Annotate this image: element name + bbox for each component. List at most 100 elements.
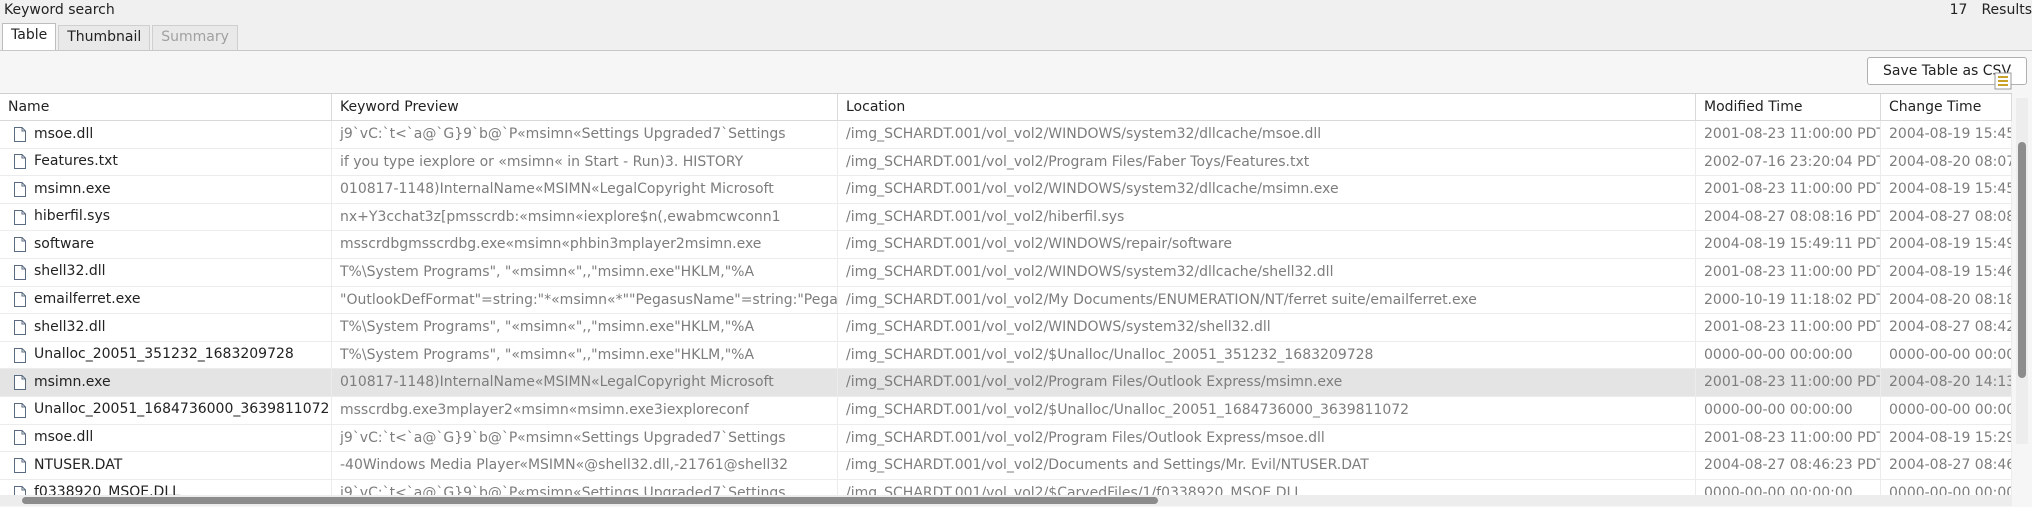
table-row[interactable]: emailferret.exe "OutlookDefFormat"=string… [0, 286, 2012, 315]
vertical-scroll-thumb[interactable] [2018, 142, 2026, 378]
result-label: Results [1981, 2, 2032, 18]
panel-title: Keyword search [4, 2, 115, 18]
table-row[interactable]: msimn.exe 010817-1148)InternalName«MSIMN«… [0, 369, 2012, 397]
tab-thumbnail[interactable]: Thumbnail [58, 25, 151, 50]
cell-location: /img_SCHARDT.001/vol_vol2/$Unalloc/Unall… [838, 396, 1696, 424]
cell-modified-time: 2001-08-23 11:00:00 PDT [1696, 314, 1881, 341]
cell-keyword-preview: j9`vC:`t<`a@`G}9`b@`P«msimn«Settings Upg… [332, 121, 838, 148]
cell-location: /img_SCHARDT.001/vol_vol2/WINDOWS/system… [838, 314, 1696, 341]
horizontal-scroll-thumb[interactable] [22, 497, 1158, 504]
file-icon [14, 126, 26, 142]
cell-modified-time: 2001-08-23 11:00:00 PDT [1696, 258, 1881, 286]
tab-table[interactable]: Table [2, 23, 57, 50]
table-row[interactable]: software msscrdbgmsscrdbg.exe«msimn«phbin… [0, 231, 2012, 259]
table-header: Name Keyword Preview Location Modified T… [0, 94, 2012, 121]
cell-name: hiberfil.sys [0, 203, 332, 231]
cell-name: software [0, 231, 332, 258]
column-chooser-icon[interactable] [1994, 72, 2012, 90]
vertical-scrollbar[interactable] [2016, 98, 2028, 444]
cell-name: shell32.dll [0, 314, 332, 341]
column-header-name[interactable]: Name [0, 94, 332, 120]
cell-change-time: 0000-00-00 00:00:0 [1881, 396, 2012, 424]
file-name: msimn.exe [34, 180, 111, 197]
cell-name: Unalloc_20051_1684736000_3639811072 [0, 396, 332, 424]
view-tabs: Table Thumbnail Summary [2, 23, 240, 50]
file-icon [14, 347, 26, 363]
file-icon [14, 430, 26, 446]
file-icon [14, 181, 26, 197]
file-name: Unalloc_20051_351232_1683209728 [34, 346, 294, 363]
file-icon [14, 264, 26, 280]
column-header-keyword-preview[interactable]: Keyword Preview [332, 94, 838, 120]
table-row[interactable]: shell32.dll T%\System Programs", "«msimn«… [0, 258, 2012, 287]
file-icon [14, 319, 26, 335]
cell-change-time: 2004-08-19 15:29:1 [1881, 424, 2012, 452]
cell-keyword-preview: T%\System Programs", "«msimn«",,"msimn.e… [332, 341, 838, 369]
cell-keyword-preview: j9`vC:`t<`a@`G}9`b@`P«msimn«Settings Upg… [332, 424, 838, 452]
cell-name: msimn.exe [0, 176, 332, 203]
result-count: 17 [1949, 2, 1968, 18]
table-row[interactable]: msoe.dll j9`vC:`t<`a@`G}9`b@`P«msimn«Sett… [0, 121, 2012, 149]
file-name: shell32.dll [34, 318, 106, 335]
cell-modified-time: 2004-08-27 08:08:16 PDT [1696, 203, 1881, 231]
cell-keyword-preview: msscrdbg.exe3mplayer2«msimn«msimn.exe3ie… [332, 396, 838, 424]
column-header-change-time[interactable]: Change Time [1881, 94, 2012, 120]
cell-keyword-preview: msscrdbgmsscrdbg.exe«msimn«phbin3mplayer… [332, 231, 838, 258]
cell-name: Features.txt [0, 148, 332, 176]
cell-modified-time: 0000-00-00 00:00:00 [1696, 396, 1881, 424]
cell-modified-time: 2000-10-19 11:18:02 PDT [1696, 286, 1881, 314]
cell-change-time: 2004-08-19 15:46:4 [1881, 258, 2012, 286]
cell-location: /img_SCHARDT.001/vol_vol2/Documents and … [838, 452, 1696, 479]
cell-change-time: 0000-00-00 00:00:0 [1881, 341, 2012, 369]
file-name: Features.txt [34, 153, 118, 170]
cell-location: /img_SCHARDT.001/vol_vol2/$Unalloc/Unall… [838, 341, 1696, 369]
file-icon [14, 154, 26, 170]
file-name: msoe.dll [34, 125, 94, 142]
cell-name: shell32.dll [0, 258, 332, 286]
cell-change-time: 2004-08-27 08:42:4 [1881, 314, 2012, 341]
cell-location: /img_SCHARDT.001/vol_vol2/WINDOWS/system… [838, 121, 1696, 148]
cell-name: msoe.dll [0, 121, 332, 148]
column-header-modified-time[interactable]: Modified Time [1696, 94, 1881, 120]
table-body: msoe.dll j9`vC:`t<`a@`G}9`b@`P«msimn«Sett… [0, 121, 2012, 498]
cell-name: msimn.exe [0, 369, 332, 396]
table-row[interactable]: shell32.dll T%\System Programs", "«msimn«… [0, 314, 2012, 342]
cell-location: /img_SCHARDT.001/vol_vol2/hiberfil.sys [838, 203, 1696, 231]
cell-location: /img_SCHARDT.001/vol_vol2/WINDOWS/system… [838, 176, 1696, 203]
column-header-location[interactable]: Location [838, 94, 1696, 120]
cell-keyword-preview: T%\System Programs", "«msimn«",,"msimn.e… [332, 314, 838, 341]
cell-modified-time: 2001-08-23 11:00:00 PDT [1696, 424, 1881, 452]
file-icon [14, 375, 26, 391]
cell-location: /img_SCHARDT.001/vol_vol2/Program Files/… [838, 424, 1696, 452]
file-name: NTUSER.DAT [34, 456, 123, 473]
table-panel: Save Table as CSV Name Keyword Preview L… [0, 50, 2032, 507]
file-icon [14, 209, 26, 225]
cell-location: /img_SCHARDT.001/vol_vol2/Program Files/… [838, 148, 1696, 176]
cell-modified-time: 2001-08-23 11:00:00 PDT [1696, 121, 1881, 148]
cell-modified-time: 0000-00-00 00:00:00 [1696, 341, 1881, 369]
cell-change-time: 2004-08-19 15:45:1 [1881, 176, 2012, 203]
table-row[interactable]: Unalloc_20051_351232_1683209728 T%\System… [0, 341, 2012, 370]
table-row[interactable]: msoe.dll j9`vC:`t<`a@`G}9`b@`P«msimn«Sett… [0, 424, 2012, 453]
cell-modified-time: 2004-08-27 08:46:23 PDT [1696, 452, 1881, 479]
results-table: Name Keyword Preview Location Modified T… [0, 93, 2012, 498]
cell-location: /img_SCHARDT.001/vol_vol2/My Documents/E… [838, 286, 1696, 314]
table-row[interactable]: NTUSER.DAT -40Windows Media Player«MSIMN«… [0, 452, 2012, 480]
cell-location: /img_SCHARDT.001/vol_vol2/WINDOWS/repair… [838, 231, 1696, 258]
file-icon [14, 237, 26, 253]
table-row[interactable]: msimn.exe 010817-1148)InternalName«MSIMN«… [0, 176, 2012, 204]
table-row[interactable]: hiberfil.sys nx+Y3cchat3z[pmsscrdb:«msimn… [0, 203, 2012, 232]
cell-name: NTUSER.DAT [0, 452, 332, 479]
horizontal-scrollbar[interactable] [0, 495, 2012, 506]
table-row[interactable]: Features.txt if you type iexplore or «msi… [0, 148, 2012, 177]
cell-keyword-preview: 010817-1148)InternalName«MSIMN«LegalCopy… [332, 369, 838, 396]
file-icon [14, 402, 26, 418]
cell-keyword-preview: if you type iexplore or «msimn« in Start… [332, 148, 838, 176]
cell-location: /img_SCHARDT.001/vol_vol2/WINDOWS/system… [838, 258, 1696, 286]
cell-keyword-preview: 010817-1148)InternalName«MSIMN«LegalCopy… [332, 176, 838, 203]
cell-keyword-preview: T%\System Programs", "«msimn«",,"msimn.e… [332, 258, 838, 286]
cell-name: Unalloc_20051_351232_1683209728 [0, 341, 332, 369]
file-name: msoe.dll [34, 429, 94, 446]
cell-modified-time: 2004-08-19 15:49:11 PDT [1696, 231, 1881, 258]
table-row[interactable]: Unalloc_20051_1684736000_3639811072 msscr… [0, 396, 2012, 425]
